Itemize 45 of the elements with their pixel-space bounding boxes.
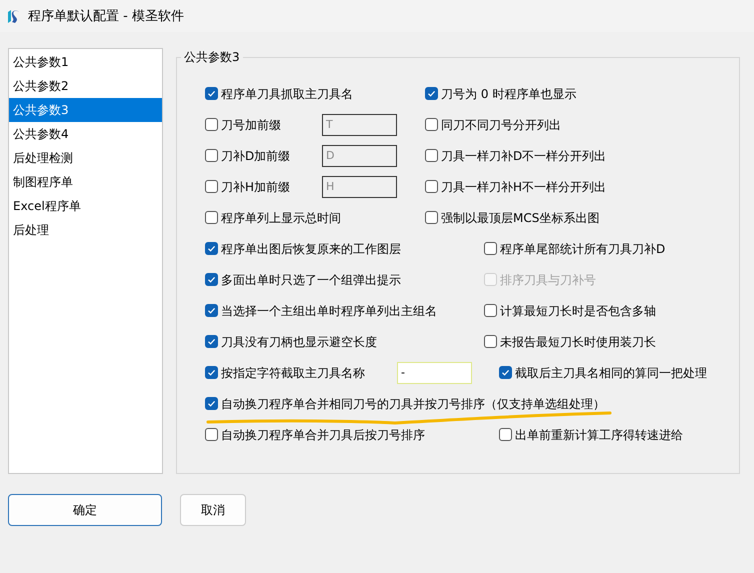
checkbox[interactable]: 刀补H加前缀 [205, 178, 322, 196]
checkbox[interactable]: 多面出单时只选了一个组弹出提示 [205, 270, 401, 288]
text-field[interactable]: - [397, 362, 472, 384]
checkbox[interactable]: 程序单列上显示总时间 [205, 208, 341, 226]
checkbox[interactable]: 刀补D加前缀 [205, 146, 322, 164]
cancel-button[interactable]: 取消 [180, 494, 246, 526]
checkbox[interactable]: 当选择一个主组出单时程序单列出主组名 [205, 302, 437, 320]
check-icon [500, 367, 511, 378]
list-item[interactable]: 制图程序单 [9, 170, 162, 194]
checkbox[interactable]: 刀具一样刀补H不一样分开列出 [425, 178, 606, 196]
check-icon [206, 305, 217, 316]
checkbox[interactable]: 刀号为 0 时程序单也显示 [425, 84, 576, 102]
checkbox[interactable]: 自动换刀程序单合并相同刀号的刀具并按刀号排序（仅支持单选组处理） [205, 394, 605, 412]
check-icon [206, 243, 217, 254]
check-icon [206, 367, 217, 378]
checkbox[interactable]: 自动换刀程序单合并刀具后按刀号排序 [205, 426, 425, 444]
checkbox[interactable]: 程序单刀具抓取主刀具名 [205, 84, 353, 102]
check-icon [426, 88, 437, 99]
check-icon [206, 336, 217, 347]
checkbox[interactable]: 同刀不同刀号分开列出 [425, 116, 561, 134]
checkbox[interactable]: 出单前重新计算工序得转速进给 [499, 426, 683, 444]
list-item[interactable]: 公共参数4 [9, 122, 162, 146]
checkbox[interactable]: 计算最短刀长时是否包含多轴 [484, 302, 656, 320]
checkbox[interactable]: 按指定字符截取主刀具名称 [205, 364, 397, 382]
checkbox[interactable]: 强制以最顶层MCS坐标系出图 [425, 208, 600, 226]
check-icon [206, 398, 217, 409]
checkbox[interactable]: 截取后主刀具名相同的算同一把处理 [499, 364, 707, 382]
list-item[interactable]: 公共参数1 [9, 50, 162, 74]
confirm-button[interactable]: 确定 [8, 494, 162, 526]
group-title: 公共参数3 [181, 49, 243, 66]
checkbox[interactable]: 程序单出图后恢复原来的工作图层 [205, 240, 401, 258]
checkbox[interactable]: 程序单尾部统计所有刀具刀补D [484, 240, 666, 258]
list-item[interactable]: Excel程序单 [9, 194, 162, 218]
checkbox[interactable]: 未报告最短刀长时使用装刀长 [484, 332, 656, 350]
check-icon [206, 88, 217, 99]
window-title: 程序单默认配置 - 模圣软件 [28, 8, 184, 25]
checkbox[interactable]: 刀具没有刀柄也显示避空长度 [205, 332, 377, 350]
list-item[interactable]: 公共参数3 [9, 98, 162, 122]
list-item[interactable]: 公共参数2 [9, 74, 162, 98]
checkbox[interactable]: 刀具一样刀补D不一样分开列出 [425, 146, 606, 164]
list-item[interactable]: 后处理 [9, 218, 162, 242]
list-item[interactable]: 后处理检测 [9, 146, 162, 170]
check-icon [206, 274, 217, 285]
app-logo-icon [7, 8, 20, 24]
checkbox[interactable]: 刀号加前缀 [205, 116, 322, 134]
